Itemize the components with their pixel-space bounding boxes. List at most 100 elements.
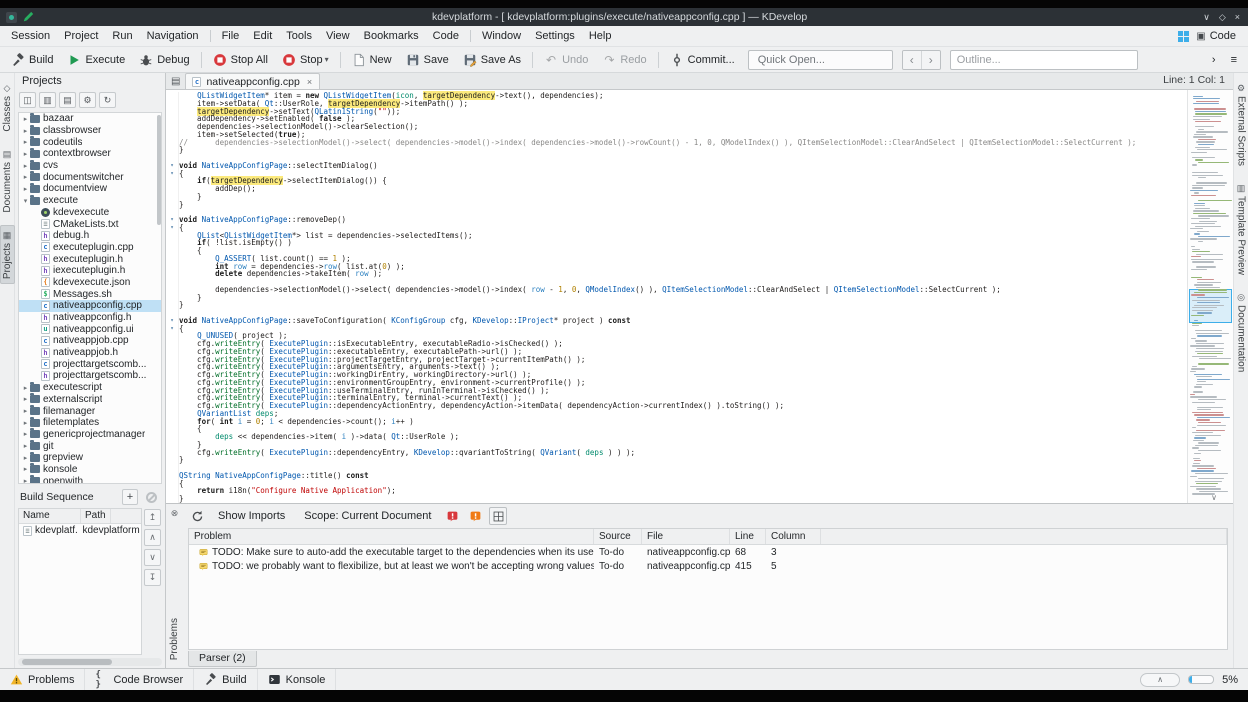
code-line[interactable]: delete dependencies->takeItem( row ); [166, 270, 1187, 278]
stop-button[interactable]: Stop ▾ [276, 50, 335, 70]
move-top-button[interactable]: ↥ [144, 509, 161, 526]
tree-item-projecttargetscomb[interactable]: h projecttargetscomb... [19, 370, 161, 382]
close-icon[interactable]: × [1235, 12, 1240, 23]
outline-input[interactable] [949, 49, 1138, 70]
column-header-name[interactable]: Name [19, 509, 81, 523]
maximize-icon[interactable]: ◇ [1219, 12, 1226, 23]
show-imports-button[interactable]: Show Imports [211, 508, 292, 524]
column-header-problem[interactable]: Problem [189, 529, 594, 544]
dock-tab-projects[interactable]: ▦ Projects [0, 225, 15, 285]
grouping-icon[interactable] [489, 507, 508, 525]
add-to-build-sequence-button[interactable]: + [122, 489, 138, 505]
tree-item-bazaar[interactable]: ▸ bazaar [19, 113, 161, 125]
horizontal-scrollbar[interactable] [18, 658, 162, 666]
expander-icon[interactable]: ▸ [21, 465, 30, 473]
column-header-line[interactable]: Line [730, 529, 766, 544]
expander-icon[interactable]: ▸ [21, 442, 30, 450]
debug-button[interactable]: Debug [133, 50, 195, 70]
expander-icon[interactable]: ▸ [21, 407, 30, 415]
commit-button[interactable]: Commit... [664, 50, 741, 70]
tree-item-filetemplates[interactable]: ▸ filetemplates [19, 416, 161, 429]
tree-item-executeplugin-h[interactable]: h executeplugin.h [19, 253, 161, 265]
fold-marker-icon[interactable]: ▾ [166, 324, 179, 333]
tree-scrollbar-thumb[interactable] [157, 115, 161, 225]
code-line[interactable]: if( !list.isEmpty() ) [166, 239, 1187, 247]
tree-item-grepview[interactable]: ▸ grepview [19, 451, 161, 464]
tree-item-classbrowser[interactable]: ▸ classbrowser [19, 124, 161, 137]
code-line[interactable]: cfg.writeEntry( ExecutePlugin::dependenc… [166, 402, 1187, 410]
menu-view[interactable]: View [319, 28, 357, 44]
area-switcher-button[interactable]: ▣ Code [1196, 30, 1236, 42]
code-line[interactable]: ▾{ [166, 324, 1187, 333]
menu-navigation[interactable]: Navigation [140, 28, 206, 44]
tree-item-cmakelists-txt[interactable]: ≡ CMakeLists.txt [19, 218, 161, 230]
split-view-icon[interactable]: ◫ [19, 92, 36, 108]
expander-icon[interactable]: ▸ [21, 477, 30, 483]
tree-item-openwith[interactable]: ▸ openwith [19, 475, 161, 483]
remove-from-build-sequence-button[interactable] [146, 491, 157, 503]
settings-icon[interactable]: ⚙ [79, 92, 96, 108]
expander-icon[interactable]: ▸ [21, 384, 30, 392]
document-list-icon[interactable]: ▤ [168, 76, 185, 89]
problems-handle-label[interactable]: Problems [169, 618, 180, 660]
tree-item-nativeappconfig-cpp[interactable]: c nativeappconfig.cpp [19, 300, 161, 312]
menu-window[interactable]: Window [475, 28, 528, 44]
code-line[interactable]: } [166, 200, 1187, 209]
tree-item-messages-sh[interactable]: $ Messages.sh [19, 288, 161, 300]
tree-item-git[interactable]: ▸ git [19, 440, 161, 452]
problem-row[interactable]: TODO: Make sure to auto-add the executab… [189, 545, 1227, 559]
scroll-down-icon[interactable]: ∨ [1211, 493, 1217, 502]
tree-item-contextbrowser[interactable]: ▸ contextbrowser [19, 147, 161, 160]
undo-button[interactable]: ↶ Undo [538, 50, 594, 70]
expander-icon[interactable]: ▸ [21, 150, 30, 158]
code-editor[interactable]: QListWidgetItem* item = new QListWidgetI… [166, 90, 1233, 503]
code-line[interactable]: QString NativeAppConfigPage::title() con… [166, 471, 1187, 480]
menu-edit[interactable]: Edit [246, 28, 279, 44]
statusbar-konsole-button[interactable]: Konsole [258, 669, 337, 690]
statusbar-problems-button[interactable]: Problems [0, 669, 86, 690]
move-down-button[interactable]: ∨ [144, 549, 161, 566]
expander-icon[interactable]: ▸ [21, 115, 30, 123]
scope-dropdown[interactable]: Scope: Current Document [297, 508, 438, 524]
move-bottom-button[interactable]: ↧ [144, 569, 161, 586]
column-header-column[interactable]: Column [766, 529, 821, 544]
minimize-icon[interactable]: ∨ [1203, 12, 1210, 23]
tree-scrollbar[interactable] [156, 113, 161, 483]
menu-settings[interactable]: Settings [528, 28, 582, 44]
code-line[interactable]: } [166, 301, 1187, 309]
expander-icon[interactable]: ▸ [21, 395, 30, 403]
tree-item-execute[interactable]: ▾ execute [19, 194, 161, 207]
expander-icon[interactable]: ▸ [21, 162, 30, 170]
force-full-update-icon[interactable] [188, 507, 206, 525]
tree-item-debug-h[interactable]: h debug.h [19, 230, 161, 242]
back-button[interactable]: ‹ [902, 50, 921, 69]
toolbar-overflow-icon[interactable]: › [1206, 51, 1222, 69]
menu-run[interactable]: Run [105, 28, 139, 44]
code-line[interactable]: } [166, 146, 1187, 154]
horizontal-scrollbar-thumb[interactable] [22, 659, 112, 665]
tree-item-nativeappjob-h[interactable]: h nativeappjob.h [19, 347, 161, 359]
editor-tab[interactable]: c nativeappconfig.cpp × [185, 73, 321, 89]
app-grid-icon[interactable] [1178, 30, 1190, 42]
code-line[interactable]: } [166, 456, 1187, 464]
dock-tab-classes[interactable]: ◇ Classes [1, 79, 14, 136]
code-line[interactable]: dependencies->selectionModel()->select( … [166, 285, 1187, 294]
build-button[interactable]: Build [5, 50, 59, 70]
fold-marker-icon[interactable]: ▾ [166, 216, 179, 224]
new-button[interactable]: New [346, 50, 398, 70]
tab-close-icon[interactable]: × [307, 77, 312, 87]
toolbar-menu-icon[interactable]: ≡ [1225, 51, 1243, 69]
expander-icon[interactable]: ▾ [21, 197, 30, 205]
save-button[interactable]: Save [400, 50, 455, 70]
column-header-file[interactable]: File [642, 529, 730, 544]
menu-tools[interactable]: Tools [279, 28, 319, 44]
tree-item-executeplugin-cpp[interactable]: c executeplugin.cpp [19, 242, 161, 254]
code-line[interactable]: } [166, 495, 1187, 503]
code-line[interactable]: ▾ void NativeAppConfigPage::saveToConfigu… [166, 316, 1187, 325]
statusbar-build-button[interactable]: Build [194, 669, 258, 690]
fold-marker-icon[interactable]: ▾ [166, 223, 179, 232]
code-line[interactable]: cfg.writeEntry( ExecutePlugin::dependenc… [166, 448, 1187, 457]
expander-icon[interactable]: ▸ [21, 430, 30, 438]
tree-item-documentswitcher[interactable]: ▸ documentswitcher [19, 171, 161, 183]
tree-item-nativeappconfig-ui[interactable]: u nativeappconfig.ui [19, 323, 161, 335]
